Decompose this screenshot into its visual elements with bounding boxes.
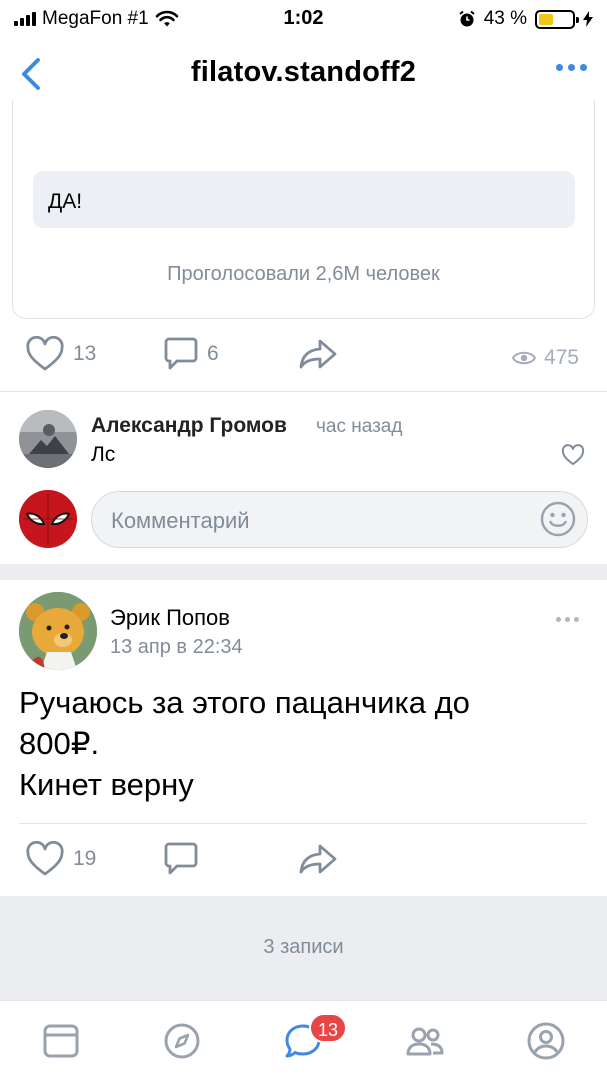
post-text-line: Ручаюсь за этого пацанчика до bbox=[19, 685, 470, 720]
post-actions: 13 6 475 bbox=[0, 336, 607, 386]
tab-bar bbox=[0, 1000, 607, 1080]
more-options-icon[interactable] bbox=[556, 64, 587, 71]
explore-tab-icon[interactable] bbox=[162, 1021, 202, 1061]
bear-avatar-icon bbox=[19, 592, 97, 670]
comment-like-icon[interactable] bbox=[561, 444, 585, 466]
commenter-name[interactable]: Александр Громов bbox=[91, 414, 287, 438]
views-count: 475 bbox=[543, 346, 579, 369]
messages-badge: 13 bbox=[309, 1013, 348, 1043]
post-text-line: Кинет верну bbox=[19, 767, 194, 802]
news-tab-icon[interactable] bbox=[41, 1021, 81, 1061]
like-button[interactable]: 19 bbox=[25, 841, 96, 877]
divider bbox=[19, 823, 587, 824]
share-icon bbox=[299, 339, 337, 369]
comment-icon bbox=[164, 842, 198, 875]
emoji-icon[interactable] bbox=[539, 500, 577, 538]
post-author-name[interactable]: Эрик Попов bbox=[110, 605, 230, 631]
like-button[interactable]: 13 bbox=[25, 336, 96, 372]
share-button[interactable] bbox=[298, 841, 338, 877]
feed-footer: 3 записи bbox=[0, 896, 607, 1000]
comment-input[interactable]: Комментарий bbox=[91, 491, 588, 548]
comment-count: 6 bbox=[207, 342, 219, 365]
feed-separator bbox=[0, 564, 607, 580]
charging-icon bbox=[583, 11, 593, 27]
post-actions: 19 bbox=[0, 841, 607, 891]
share-button[interactable] bbox=[298, 336, 338, 372]
profile-tab-icon[interactable] bbox=[526, 1021, 566, 1061]
comment-icon bbox=[164, 337, 198, 370]
comment-button[interactable] bbox=[163, 841, 199, 877]
views-counter: 475 bbox=[511, 346, 579, 370]
friends-tab-icon[interactable] bbox=[405, 1021, 445, 1061]
poll-option[interactable]: ДА! bbox=[33, 171, 575, 228]
heart-icon bbox=[26, 841, 64, 876]
share-icon bbox=[299, 844, 337, 874]
post-text-line: 800₽. bbox=[19, 726, 100, 761]
commenter-avatar[interactable] bbox=[19, 410, 77, 468]
status-bar: MegaFon #1 1:02 43 % bbox=[0, 0, 607, 36]
poll-votes-count: Проголосовали 2,6M человек bbox=[167, 263, 440, 285]
eye-icon bbox=[511, 351, 536, 365]
battery-group: 43 % bbox=[458, 8, 593, 30]
alarm-icon bbox=[459, 10, 475, 27]
photo-placeholder-icon bbox=[19, 410, 77, 468]
comment-item: Александр Громов час назад Лс bbox=[0, 398, 607, 478]
comment-time: час назад bbox=[316, 416, 403, 437]
post-author-avatar[interactable] bbox=[19, 592, 97, 670]
battery-icon bbox=[535, 9, 579, 29]
like-count: 13 bbox=[73, 342, 97, 365]
poll-card: ДА! Проголосовали 2,6M человек bbox=[12, 100, 595, 319]
comment-button[interactable]: 6 bbox=[163, 336, 219, 372]
battery-percent: 43 % bbox=[483, 8, 527, 29]
posts-count: 3 записи bbox=[263, 936, 344, 958]
like-count: 19 bbox=[73, 847, 97, 870]
page-title: filatov.standoff2 bbox=[190, 56, 417, 88]
heart-icon bbox=[26, 336, 64, 371]
spider-mask-icon bbox=[19, 490, 77, 548]
comment-text: Лс bbox=[91, 443, 116, 466]
divider bbox=[0, 391, 607, 392]
post-text: Ручаюсь за этого пацанчика до 800₽. Кине… bbox=[19, 682, 579, 805]
my-avatar bbox=[19, 490, 77, 548]
post-date: 13 апр в 22:34 bbox=[110, 636, 243, 658]
post-more-icon[interactable] bbox=[556, 617, 579, 622]
